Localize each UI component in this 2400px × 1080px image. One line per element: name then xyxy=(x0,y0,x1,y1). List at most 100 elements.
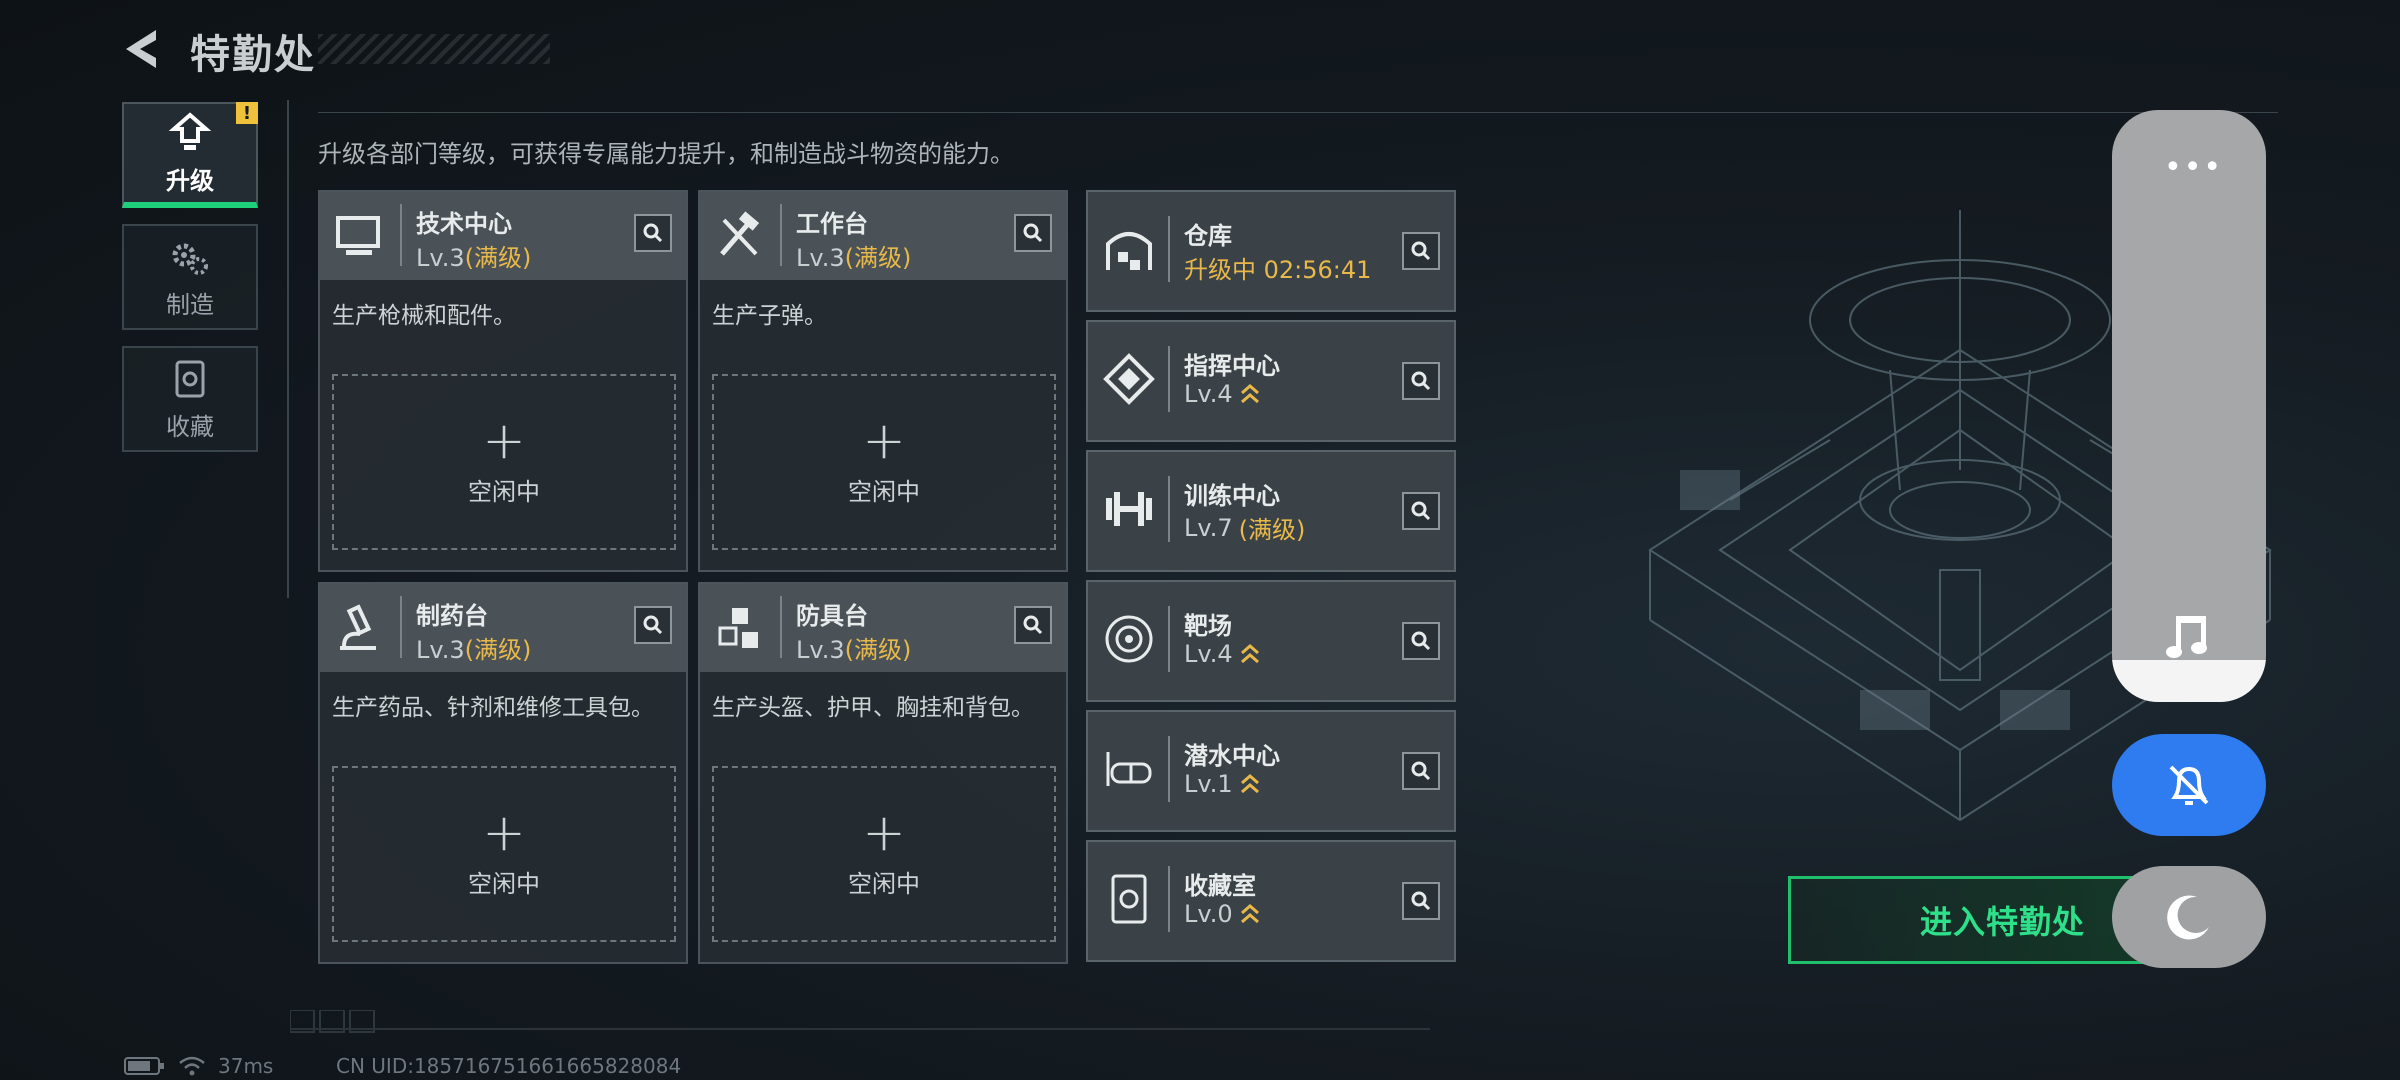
dept-name: 技术中心 xyxy=(416,210,512,238)
dept-description: 生产药品、针剂和维修工具包。 xyxy=(332,695,654,721)
search-icon xyxy=(1023,223,1043,243)
tab-label: 收藏 xyxy=(166,412,214,441)
dept-card-workbench[interactable]: 工作台 Lv.3(满级) 生产子弹。 + 空闲中 xyxy=(698,190,1068,572)
target-icon xyxy=(1105,615,1153,663)
facility-level: Lv.4 xyxy=(1184,640,1261,668)
dark-mode-button[interactable] xyxy=(2112,866,2266,968)
gears-icon xyxy=(172,243,208,275)
facility-name: 潜水中心 xyxy=(1184,742,1280,770)
cubes-icon xyxy=(718,608,758,648)
computer-icon xyxy=(336,216,380,255)
back-arrow-icon[interactable] xyxy=(118,24,168,74)
upgrade-available-icon xyxy=(1240,774,1259,794)
production-slot[interactable]: + 空闲中 xyxy=(332,766,676,942)
dept-description: 生产枪械和配件。 xyxy=(332,303,516,329)
mute-notifications-button[interactable] xyxy=(2112,734,2266,836)
dept-name: 防具台 xyxy=(796,602,868,630)
enter-special-ops-button[interactable]: 进入特勤处 xyxy=(1788,876,2148,964)
search-icon xyxy=(1411,891,1431,911)
slot-status: 空闲中 xyxy=(468,477,540,506)
plus-icon: + xyxy=(482,802,526,863)
plus-icon: + xyxy=(862,410,906,471)
command-icon xyxy=(1103,353,1155,405)
dept-description: 生产子弹。 xyxy=(712,303,827,329)
search-icon xyxy=(643,223,663,243)
dept-card-pharmacy[interactable]: 制药台 Lv.3(满级) 生产药品、针剂和维修工具包。 + 空闲中 xyxy=(318,582,688,964)
divider xyxy=(318,112,2278,113)
divider xyxy=(287,100,289,598)
microscope-icon xyxy=(340,604,376,650)
tools-icon xyxy=(720,211,760,256)
facility-name: 训练中心 xyxy=(1184,482,1280,510)
search-icon xyxy=(1023,615,1043,635)
footer-line xyxy=(290,1028,1430,1030)
production-slot[interactable]: + 空闲中 xyxy=(332,374,676,550)
search-icon xyxy=(1411,501,1431,521)
facility-level: Lv.0 xyxy=(1184,900,1261,928)
dept-name: 制药台 xyxy=(416,602,488,630)
search-icon xyxy=(1411,631,1431,651)
enter-button-label: 进入特勤处 xyxy=(1919,903,2085,941)
search-icon xyxy=(643,615,663,635)
tab-craft[interactable]: 制造 xyxy=(122,224,258,330)
inspect-button[interactable] xyxy=(634,606,672,644)
dept-level: Lv.3(满级) xyxy=(796,636,912,664)
plus-icon: + xyxy=(482,410,526,471)
upgrade-available-icon xyxy=(1240,904,1259,924)
alert-badge: ! xyxy=(236,102,258,124)
inspect-button[interactable] xyxy=(1402,882,1440,920)
production-slot[interactable]: + 空闲中 xyxy=(712,766,1056,942)
inspect-button[interactable] xyxy=(1402,232,1440,270)
dept-level: Lv.3(满级) xyxy=(796,244,912,272)
bell-off-icon xyxy=(2169,765,2209,805)
inspect-button[interactable] xyxy=(1014,214,1052,252)
upgrade-available-icon xyxy=(1240,644,1259,664)
music-note-icon[interactable] xyxy=(2160,610,2216,666)
plus-icon: + xyxy=(862,802,906,863)
search-icon xyxy=(1411,371,1431,391)
facility-name: 仓库 xyxy=(1184,222,1232,250)
tab-collection[interactable]: 收藏 xyxy=(122,346,258,452)
inspect-button[interactable] xyxy=(1402,362,1440,400)
network-status: 37ms xyxy=(124,1054,273,1078)
battery-icon xyxy=(124,1057,164,1075)
facility-name: 指挥中心 xyxy=(1184,352,1280,380)
facility-row-warehouse[interactable]: 仓库 升级中 02:56:41 xyxy=(1086,190,1456,312)
tab-label: 升级 xyxy=(166,166,214,195)
slot-status: 空闲中 xyxy=(848,477,920,506)
section-description: 升级各部门等级，可获得专属能力提升，和制造战斗物资的能力。 xyxy=(318,140,1014,168)
inspect-button[interactable] xyxy=(1402,492,1440,530)
inspect-button[interactable] xyxy=(1402,752,1440,790)
dumbbell-icon xyxy=(1106,492,1152,526)
facility-row-diving-center[interactable]: 潜水中心 Lv.1 xyxy=(1086,710,1456,832)
production-slot[interactable]: + 空闲中 xyxy=(712,374,1056,550)
title-decoration xyxy=(318,34,550,64)
dept-level: Lv.3(满级) xyxy=(416,636,532,664)
dept-card-armor[interactable]: 防具台 Lv.3(满级) 生产头盔、护甲、胸挂和背包。 + 空闲中 xyxy=(698,582,1068,964)
floating-media-panel[interactable]: ••• xyxy=(2112,110,2266,702)
page-title: 特勤处 xyxy=(190,32,316,78)
inspect-button[interactable] xyxy=(634,214,672,252)
facility-name: 靶场 xyxy=(1184,612,1232,640)
more-icon[interactable]: ••• xyxy=(2164,153,2223,183)
inspect-button[interactable] xyxy=(1402,622,1440,660)
facility-row-shooting-range[interactable]: 靶场 Lv.4 xyxy=(1086,580,1456,702)
user-uid: CN UID:185716751661665828084 xyxy=(336,1054,682,1078)
ping-value: 37ms xyxy=(218,1054,274,1078)
facility-row-training-center[interactable]: 训练中心 Lv.7 (满级) xyxy=(1086,450,1456,572)
moon-icon xyxy=(2167,895,2209,940)
dept-card-tech-center[interactable]: 技术中心 Lv.3(满级) 生产枪械和配件。 + 空闲中 xyxy=(318,190,688,572)
inspect-button[interactable] xyxy=(1014,606,1052,644)
slot-status: 空闲中 xyxy=(468,869,540,898)
upgrade-available-icon xyxy=(1240,384,1259,404)
search-icon xyxy=(1411,761,1431,781)
tab-label: 制造 xyxy=(166,290,214,319)
facility-row-command-center[interactable]: 指挥中心 Lv.4 xyxy=(1086,320,1456,442)
diving-goggles-icon xyxy=(1106,752,1152,786)
search-icon xyxy=(1411,241,1431,261)
footer-decoration xyxy=(290,1010,375,1033)
dept-description: 生产头盔、护甲、胸挂和背包。 xyxy=(712,695,1034,721)
facility-row-collection-room[interactable]: 收藏室 Lv.0 xyxy=(1086,840,1456,962)
warehouse-icon xyxy=(1106,232,1152,270)
slot-status: 空闲中 xyxy=(848,869,920,898)
